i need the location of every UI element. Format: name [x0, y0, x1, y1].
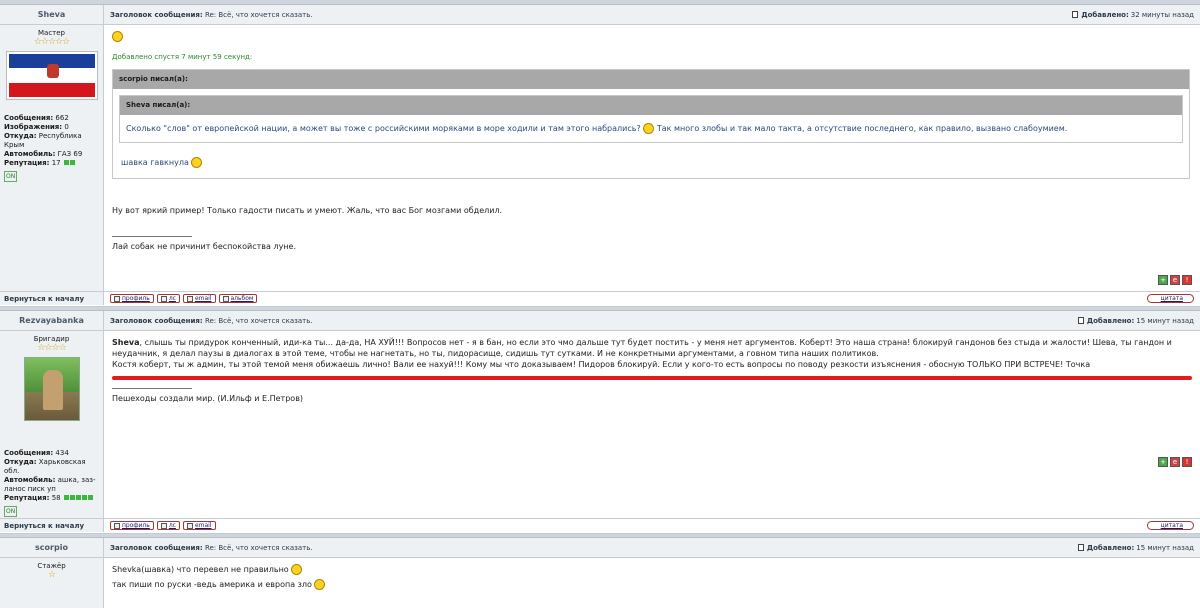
smiley-icon	[112, 31, 123, 42]
report-icon[interactable]: !	[1182, 457, 1192, 467]
rank-stars-icon: ☆☆☆☆	[37, 343, 66, 353]
profile-button[interactable]: профиль	[110, 294, 154, 303]
online-status-badge: ON	[4, 506, 18, 517]
smiley-icon	[643, 123, 655, 134]
post-action-icons: + e !	[1158, 457, 1192, 467]
post-message: Sheva, слышь ты придурок конченный, иди-…	[112, 338, 1172, 358]
post-footer: Вернуться к началу профиль лс email цита…	[0, 518, 1200, 532]
reputation-square-icon	[87, 495, 93, 500]
post-header: Sheva Заголовок сообщения: Re: Всё, что …	[0, 5, 1200, 25]
nested-quote-block: Sheva писал(а): Сколько "слов" от европе…	[119, 95, 1183, 143]
pm-button[interactable]: лс	[156, 521, 180, 530]
email-button[interactable]: email	[182, 294, 216, 303]
post-author[interactable]: scorpio	[0, 538, 104, 557]
post-link-icon[interactable]	[1077, 544, 1084, 551]
crimea-coat-icon	[46, 64, 59, 79]
edit-icon[interactable]: e	[1170, 275, 1180, 285]
post-subject: Заголовок сообщения: Re: Всё, что хочетс…	[110, 10, 313, 19]
red-divider-line	[112, 376, 1192, 380]
profile-icon	[114, 295, 120, 302]
post-header: Rezvayabanka Заголовок сообщения: Re: Вс…	[0, 311, 1200, 331]
post-subject: Заголовок сообщения: Re: Всё, что хочетс…	[110, 543, 313, 552]
album-button[interactable]: альбом	[218, 294, 258, 303]
quote-text: шавка гавкнула	[119, 143, 1183, 172]
post-link-icon[interactable]	[1077, 317, 1084, 324]
post-subject: Заголовок сообщения: Re: Всё, что хочетс…	[110, 316, 313, 325]
post-signature: Пешеходы создали мир. (И.Ильф и Е.Петров…	[112, 394, 304, 403]
reply-icon[interactable]: +	[1158, 457, 1168, 467]
signature-divider	[112, 388, 192, 389]
email-icon	[186, 522, 193, 529]
back-to-top-link[interactable]: Вернуться к началу	[0, 292, 104, 305]
post-author[interactable]: Sheva	[0, 5, 104, 24]
edited-note: Добавлено спустя 7 минут 59 секунд:	[112, 53, 253, 61]
online-status-badge: ON	[4, 171, 18, 182]
user-info-panel: Стажёр ☆	[0, 558, 104, 608]
profile-button[interactable]: профиль	[110, 521, 154, 530]
email-button[interactable]: email	[182, 521, 216, 530]
rank-stars-icon: ☆	[47, 570, 56, 580]
post: scorpio Заголовок сообщения: Re: Всё, чт…	[0, 538, 1200, 608]
pm-icon	[160, 522, 167, 529]
post-header: scorpio Заголовок сообщения: Re: Всё, чт…	[0, 538, 1200, 558]
quote-block: scorpio писал(а): Sheva писал(а): Скольк…	[112, 69, 1190, 179]
reputation-square-icon	[75, 495, 81, 500]
profile-icon	[114, 522, 120, 529]
avatar	[5, 51, 98, 100]
quote-button[interactable]: цитата	[1146, 521, 1194, 530]
smiley-icon	[314, 579, 326, 590]
post: Sheva Заголовок сообщения: Re: Всё, что …	[0, 5, 1200, 307]
post-added: Добавлено: 32 минуты назад	[1072, 11, 1194, 19]
reputation-square-icon	[81, 495, 87, 500]
quote-button[interactable]: цитата	[1146, 294, 1194, 303]
rank-stars-icon: ☆☆☆☆☆	[33, 37, 70, 47]
report-icon[interactable]: !	[1182, 275, 1192, 285]
post: Rezvayabanka Заголовок сообщения: Re: Вс…	[0, 311, 1200, 534]
nested-quote-title: Sheva писал(а):	[120, 96, 1182, 115]
smiley-icon	[291, 564, 303, 575]
edit-icon[interactable]: e	[1170, 457, 1180, 467]
back-to-top-link[interactable]: Вернуться к началу	[0, 519, 104, 532]
user-info-panel: Мастер ☆☆☆☆☆ Сообщения: 662 Изображения:…	[0, 25, 104, 291]
laughing-smiley-icon	[191, 157, 203, 168]
email-icon	[186, 295, 193, 302]
quote-title: scorpio писал(а):	[113, 70, 1189, 89]
post-signature: Лай собак не причинит беспокойства луне.	[112, 242, 296, 251]
reputation-square-icon	[69, 160, 75, 165]
user-info-panel: Бригадир ☆☆☆☆ Сообщения: 434 Откуда: Хар…	[0, 331, 104, 518]
user-stats: Сообщения: 434 Откуда: Харьковская обл. …	[4, 449, 96, 517]
post-message: Ну вот яркий пример! Только гадости писа…	[112, 206, 503, 215]
post-link-icon[interactable]	[1072, 11, 1079, 18]
user-mention[interactable]: Sheva	[112, 338, 140, 347]
post-added: Добавлено: 15 минут назад	[1077, 317, 1194, 325]
nested-quote-text: Сколько "слов" от европейской нации, а м…	[126, 123, 1068, 134]
post-author[interactable]: Rezvayabanka	[0, 311, 104, 330]
reputation-square-icon	[63, 495, 69, 500]
reply-icon[interactable]: +	[1158, 275, 1168, 285]
user-stats: Сообщения: 662 Изображения: 0 Откуда: Ре…	[4, 114, 83, 182]
album-icon	[222, 295, 229, 302]
post-footer: Вернуться к началу профиль лс email альб…	[0, 291, 1200, 305]
post-action-icons: + e !	[1158, 275, 1192, 285]
post-message-line: Shevka(шавка) что перевел не правильно	[112, 564, 1192, 575]
reputation-square-icon	[63, 160, 69, 165]
signature-divider	[112, 236, 192, 237]
post-message-line: Костя коберт, ты ж админ, ты этой темой …	[112, 360, 1091, 369]
reputation-square-icon	[69, 495, 75, 500]
pm-icon	[160, 295, 167, 302]
post-message-line: так пиши по руски -ведь америка и европа…	[112, 579, 1192, 590]
pm-button[interactable]: лс	[156, 294, 180, 303]
avatar	[23, 357, 80, 421]
post-added: Добавлено: 15 минут назад	[1077, 544, 1194, 552]
